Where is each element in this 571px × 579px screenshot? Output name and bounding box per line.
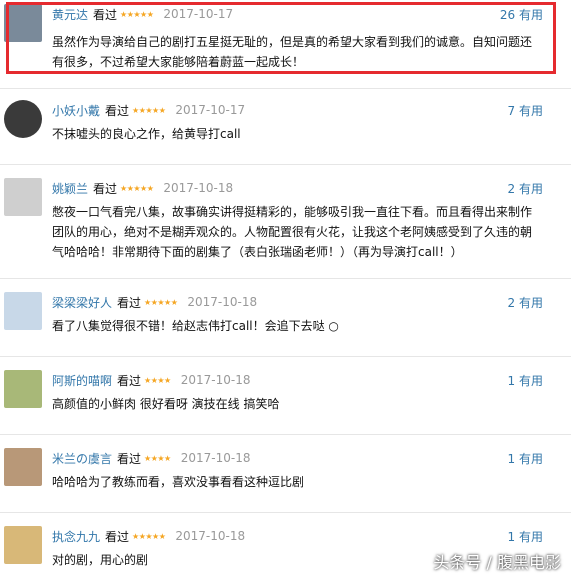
helpful-vote-link[interactable]: 7 有用	[508, 102, 543, 119]
comment-date: 2017-10-18	[180, 373, 251, 387]
avatar[interactable]	[4, 292, 42, 330]
avatar[interactable]	[4, 178, 42, 216]
divider	[0, 512, 571, 513]
watched-label: 看过	[105, 529, 130, 544]
comment-item: 姚颖兰 看过 ★★★★★ 2017-10-18 2 有用 憋夜一口气看完八集，故…	[0, 174, 571, 270]
avatar[interactable]	[4, 448, 42, 486]
comment-meta: 阿斯的喵啊 看过 ★★★★ 2017-10-18	[52, 372, 250, 388]
comment-date: 2017-10-18	[187, 295, 258, 309]
comment-item: 小妖小戴 看过 ★★★★★ 2017-10-17 7 有用 不抹嘘头的良心之作，…	[0, 96, 571, 152]
comment-date: 2017-10-17	[175, 103, 246, 117]
divider	[0, 88, 571, 89]
comment-text: 看了八集觉得很不错！给赵志伟打call！会追下去哒 ○	[52, 319, 339, 333]
watched-label: 看过	[93, 181, 118, 196]
watched-label: 看过	[117, 295, 142, 310]
comment-item: 梁梁梁好人 看过 ★★★★★ 2017-10-18 2 有用 看了八集觉得很不错…	[0, 288, 571, 344]
divider	[0, 356, 571, 357]
divider	[0, 278, 571, 279]
divider	[0, 164, 571, 165]
rating-stars: ★★★★★	[120, 183, 154, 193]
username-link[interactable]: 姚颖兰	[52, 180, 88, 197]
comment-meta: 小妖小戴 看过 ★★★★★ 2017-10-17	[52, 102, 245, 118]
comment-meta: 米兰の虞言 看过 ★★★★ 2017-10-18	[52, 450, 250, 466]
username-link[interactable]: 执念九九	[52, 528, 100, 545]
rating-stars: ★★★★★	[144, 297, 178, 307]
comment-date: 2017-10-18	[175, 529, 246, 543]
rating-stars: ★★★★★	[132, 105, 166, 115]
comment-item: 阿斯的喵啊 看过 ★★★★ 2017-10-18 1 有用 高颜值的小鲜肉 很好…	[0, 366, 571, 422]
highlight-box	[6, 2, 556, 74]
helpful-vote-link[interactable]: 1 有用	[508, 528, 543, 545]
username-link[interactable]: 小妖小戴	[52, 102, 100, 119]
watched-label: 看过	[105, 103, 130, 118]
helpful-vote-link[interactable]: 1 有用	[508, 450, 543, 467]
comment-text: 哈哈哈为了教练而看，喜欢没事看看这种逗比剧	[52, 475, 305, 489]
comment-text: 不抹嘘头的良心之作，给黄导打call	[52, 127, 241, 141]
comment-meta: 姚颖兰 看过 ★★★★★ 2017-10-18	[52, 180, 233, 196]
divider	[0, 434, 571, 435]
comment-meta: 执念九九 看过 ★★★★★ 2017-10-18	[52, 528, 245, 544]
comment-item: 米兰の虞言 看过 ★★★★ 2017-10-18 1 有用 哈哈哈为了教练而看，…	[0, 444, 571, 500]
comment-text: 憋夜一口气看完八集，故事确实讲得挺精彩的，能够吸引我一直往下看。而且看得出来制作…	[52, 205, 533, 259]
comment-date: 2017-10-18	[180, 451, 251, 465]
watched-label: 看过	[117, 451, 142, 466]
rating-stars: ★★★★★	[132, 531, 166, 541]
helpful-vote-link[interactable]: 2 有用	[508, 180, 543, 197]
comment-meta: 梁梁梁好人 看过 ★★★★★ 2017-10-18	[52, 294, 257, 310]
watermark: 头条号 / 腹黑电影	[433, 553, 561, 572]
comment-date: 2017-10-18	[163, 181, 234, 195]
avatar[interactable]	[4, 370, 42, 408]
avatar[interactable]	[4, 526, 42, 564]
username-link[interactable]: 米兰の虞言	[52, 450, 112, 467]
username-link[interactable]: 梁梁梁好人	[52, 294, 112, 311]
avatar[interactable]	[4, 100, 42, 138]
helpful-vote-link[interactable]: 2 有用	[508, 294, 543, 311]
watched-label: 看过	[117, 373, 142, 388]
helpful-vote-link[interactable]: 1 有用	[508, 372, 543, 389]
rating-stars: ★★★★	[144, 375, 171, 385]
rating-stars: ★★★★	[144, 453, 171, 463]
username-link[interactable]: 阿斯的喵啊	[52, 372, 112, 389]
comment-text: 高颜值的小鲜肉 很好看呀 演技在线 搞笑哈	[52, 397, 280, 411]
